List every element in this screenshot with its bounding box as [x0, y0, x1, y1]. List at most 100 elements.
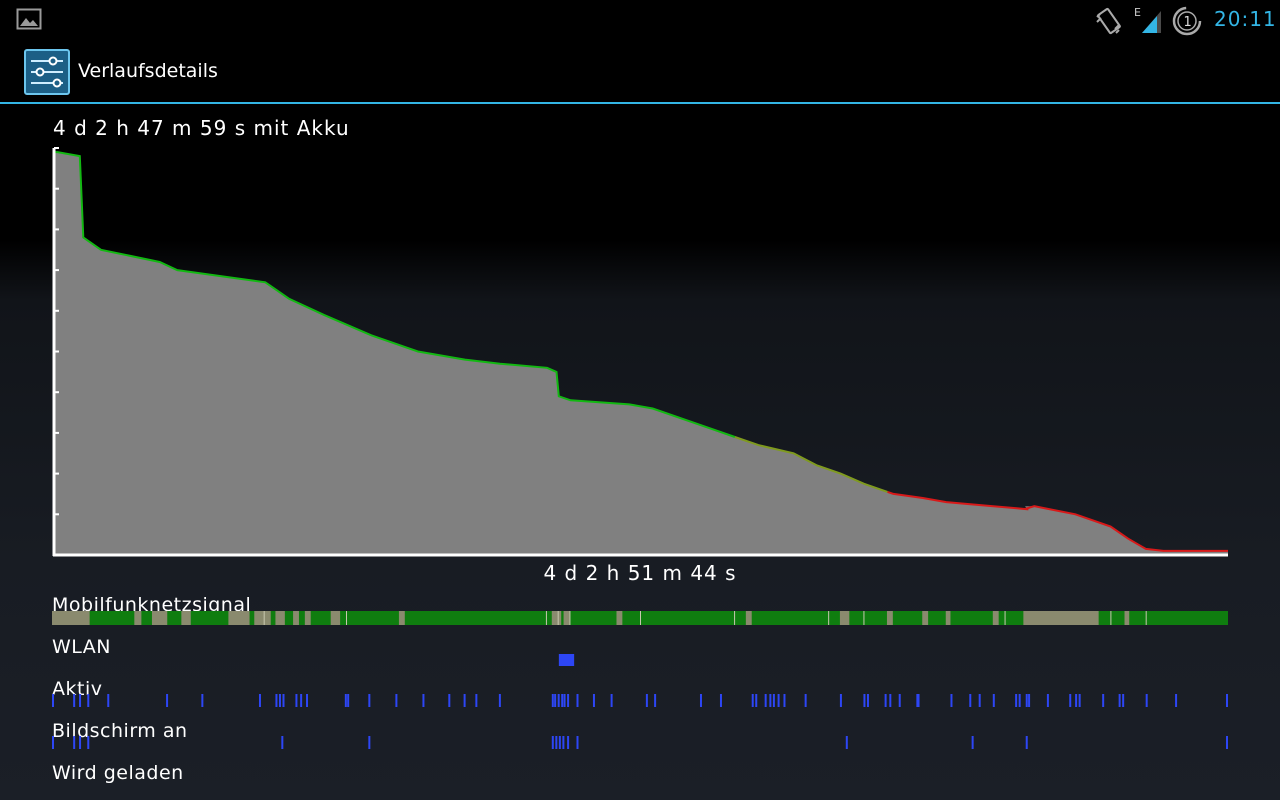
- awake-tick: [769, 694, 772, 707]
- screen-tick: [52, 736, 54, 749]
- awake-tick: [79, 694, 82, 707]
- awake-tick: [1118, 694, 1121, 707]
- awake-tick: [772, 694, 775, 707]
- awake-tick: [498, 694, 501, 707]
- screen-tick: [551, 736, 554, 749]
- signal-change-tick: [734, 611, 736, 625]
- awake-tick: [978, 694, 981, 707]
- awake-tick: [1226, 694, 1228, 707]
- awake-tick: [755, 694, 758, 707]
- signal-change-tick: [1004, 611, 1006, 625]
- awake-tick: [1025, 694, 1028, 707]
- awake-tick: [258, 694, 261, 707]
- wifi-segment: [558, 654, 575, 666]
- awake-tick: [576, 694, 579, 707]
- awake-tick: [1028, 694, 1031, 707]
- weak-signal-segment: [563, 611, 570, 625]
- signal-change-tick: [557, 611, 559, 625]
- weak-signal-segment: [839, 611, 850, 625]
- screen-tick: [558, 736, 561, 749]
- weak-signal-segment: [886, 611, 893, 625]
- weak-signal-segment: [330, 611, 341, 625]
- screen-tick: [368, 736, 371, 749]
- screen-tick: [79, 736, 82, 749]
- signal-change-tick: [346, 611, 347, 625]
- awake-tick: [751, 694, 754, 707]
- signal-change-tick: [1110, 611, 1112, 625]
- weak-signal-segment: [181, 611, 191, 625]
- signal-change-tick: [545, 611, 547, 625]
- awake-tick: [654, 694, 657, 707]
- awake-tick: [347, 694, 350, 707]
- screen-tick: [1226, 736, 1228, 749]
- awake-tick: [73, 694, 76, 707]
- awake-tick: [645, 694, 648, 707]
- awake-tick: [1046, 694, 1049, 707]
- awake-tick: [463, 694, 466, 707]
- screen-tick: [73, 736, 76, 749]
- awake-tick: [52, 694, 54, 707]
- awake-tick: [777, 694, 780, 707]
- awake-tick: [1075, 694, 1078, 707]
- awake-tick: [368, 694, 371, 707]
- awake-tick: [1145, 694, 1148, 707]
- awake-tick: [1122, 694, 1125, 707]
- awake-tick: [395, 694, 398, 707]
- signal-change-tick: [263, 611, 265, 625]
- awake-tick: [839, 694, 842, 707]
- awake-tick: [898, 694, 901, 707]
- weak-signal-segment: [228, 611, 250, 625]
- weak-signal-segment: [52, 611, 90, 625]
- weak-signal-segment: [254, 611, 271, 625]
- signal-change-tick: [863, 611, 865, 625]
- screen-tick: [845, 736, 848, 749]
- awake-tick: [889, 694, 892, 707]
- awake-tick: [610, 694, 613, 707]
- weak-signal-segment: [1124, 611, 1130, 625]
- awake-tick: [992, 694, 995, 707]
- awake-tick: [719, 694, 722, 707]
- weak-signal-segment: [745, 611, 752, 625]
- awake-tick: [557, 694, 560, 707]
- screen-tick: [971, 736, 974, 749]
- awake-tick: [917, 694, 920, 707]
- awake-tick: [306, 694, 309, 707]
- signal-change-tick: [569, 611, 571, 625]
- screen-tick: [281, 736, 284, 749]
- screen-tick: [1025, 736, 1028, 749]
- awake-tick: [1175, 694, 1178, 707]
- weak-signal-segment: [992, 611, 999, 625]
- awake-tick: [950, 694, 953, 707]
- awake-tick: [475, 694, 478, 707]
- screen-tick: [555, 736, 558, 749]
- screen-tick: [87, 736, 90, 749]
- weak-signal-segment: [275, 611, 285, 625]
- weak-signal-segment: [398, 611, 405, 625]
- awake-tick: [1102, 694, 1105, 707]
- awake-tick: [275, 694, 278, 707]
- awake-tick: [87, 694, 90, 707]
- weak-signal-segment: [293, 611, 299, 625]
- awake-tick: [1018, 694, 1021, 707]
- awake-tick: [1015, 694, 1018, 707]
- awake-tick: [107, 694, 110, 707]
- awake-tick: [884, 694, 887, 707]
- awake-tick: [282, 694, 285, 707]
- awake-tick: [295, 694, 298, 707]
- awake-tick: [863, 694, 866, 707]
- weak-signal-segment: [922, 611, 929, 625]
- weak-signal-segment: [304, 611, 311, 625]
- weak-signal-segment: [151, 611, 168, 625]
- awake-tick: [567, 694, 570, 707]
- weak-signal-segment: [616, 611, 623, 625]
- awake-tick: [201, 694, 204, 707]
- awake-tick: [561, 694, 564, 707]
- awake-tick: [551, 694, 554, 707]
- weak-signal-segment: [551, 611, 562, 625]
- awake-tick: [592, 694, 595, 707]
- screen-tick: [576, 736, 579, 749]
- signal-change-tick: [1145, 611, 1147, 625]
- history-strips: [52, 611, 1228, 749]
- weak-signal-segment: [945, 611, 951, 625]
- awake-tick: [764, 694, 767, 707]
